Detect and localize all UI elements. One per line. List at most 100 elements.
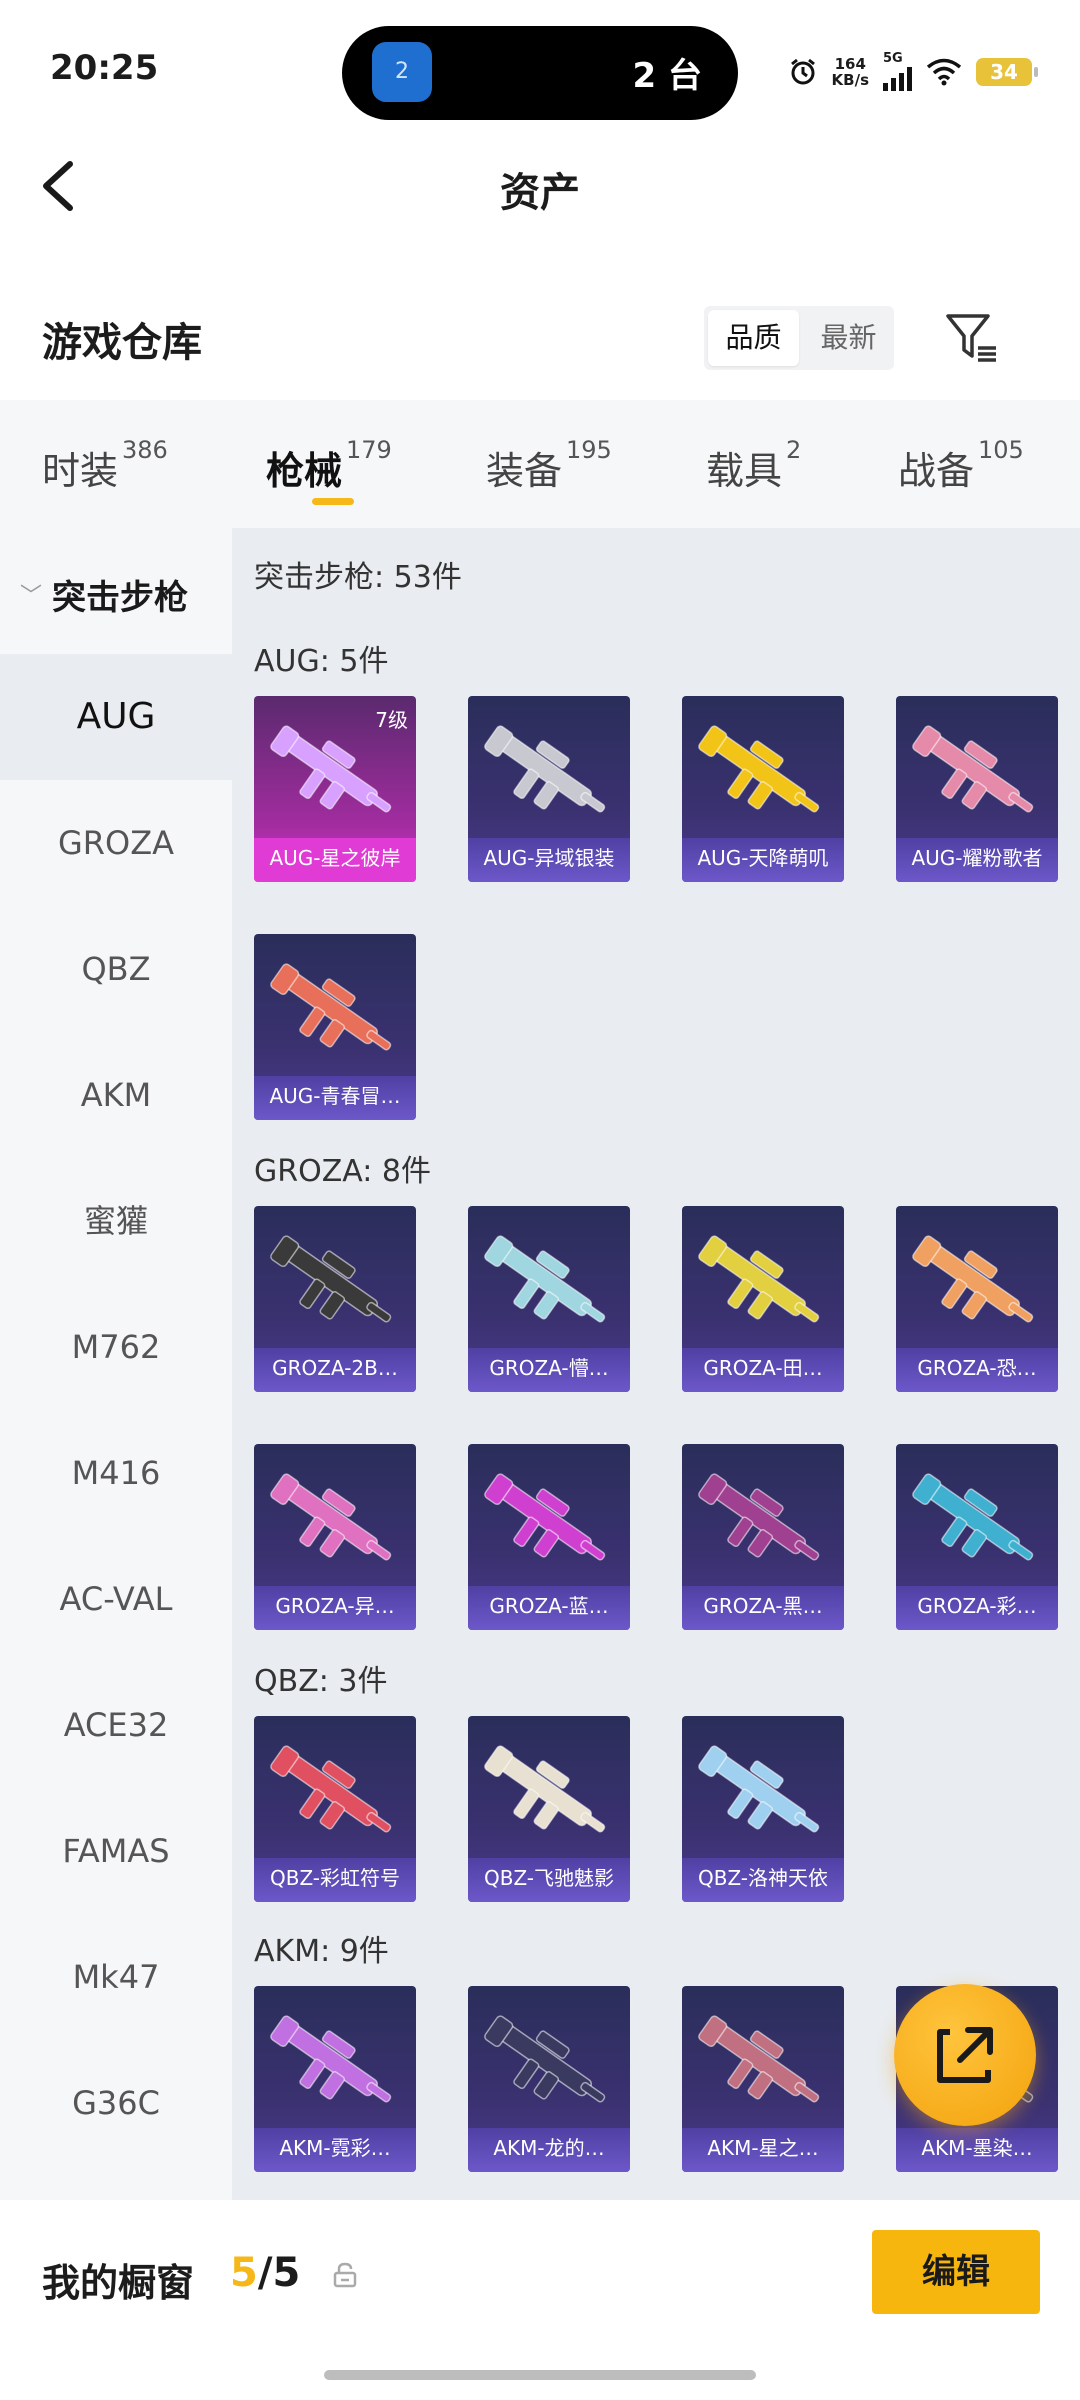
weapon-icon [270, 963, 392, 1051]
edit-button[interactable]: 编辑 [872, 2230, 1040, 2314]
skin-card[interactable]: QBZ-飞驰魅影 [468, 1716, 630, 1902]
showcase-bar: 我的橱窗 5/5 编辑 [0, 2200, 1080, 2400]
status-icons: 164 KB/s 5G 34 [788, 52, 1038, 91]
skin-name: GROZA-彩… [896, 1586, 1058, 1630]
weapon-icon [698, 1745, 820, 1833]
skin-name: AKM-龙的… [468, 2128, 630, 2172]
tab-fashion[interactable]: 时装 386 [42, 436, 168, 495]
skin-card[interactable]: GROZA-恐… [896, 1206, 1058, 1392]
skin-card[interactable]: QBZ-洛神天依 [682, 1716, 844, 1902]
skin-name: AUG-青春冒… [254, 1076, 416, 1120]
skin-name: GROZA-蓝… [468, 1586, 630, 1630]
filter-icon[interactable] [944, 310, 1000, 366]
weapon-icon [698, 1473, 820, 1561]
weapon-icon [270, 1235, 392, 1323]
wifi-icon [926, 58, 962, 85]
skin-card[interactable]: GROZA-异… [254, 1444, 416, 1630]
sidebar-group-assault-rifles[interactable]: ﹀ 突击步枪 [0, 528, 232, 654]
alarm-icon [790, 58, 815, 84]
sidebar-item-mk47[interactable]: Mk47 [0, 1914, 232, 2040]
active-tab-indicator [312, 498, 354, 505]
tab-label: 枪械 [266, 449, 343, 493]
weapon-icon [484, 1745, 606, 1833]
sidebar-item-m762[interactable]: M762 [0, 1284, 232, 1410]
tab-vehicles[interactable]: 载具 2 [706, 436, 801, 495]
skin-card[interactable]: 7级 AUG-星之彼岸 [254, 696, 416, 882]
tab-count: 105 [978, 436, 1024, 464]
skin-name: GROZA-黑… [682, 1586, 844, 1630]
showcase-total: /5 [257, 2250, 301, 2296]
sidebar-item-m416[interactable]: M416 [0, 1410, 232, 1536]
skin-name: AUG-天降萌叽 [682, 838, 844, 882]
skin-name: GROZA-2B… [254, 1348, 416, 1392]
skin-name: AUG-异域银装 [468, 838, 630, 882]
skin-level-badge: 7级 [375, 708, 408, 732]
skin-name: AKM-霓彩… [254, 2128, 416, 2172]
net-speed-unit: KB/s [831, 70, 869, 89]
weapon-grid: 突击步枪: 53件 AUG: 5件 7级 AUG-星之彼岸 AUG-异域银装 A… [232, 528, 1080, 2200]
tab-label: 载具 [706, 449, 783, 493]
sidebar-item-g36c[interactable]: G36C [0, 2040, 232, 2166]
skin-name: QBZ-彩虹符号 [254, 1858, 416, 1902]
weapon-icon [484, 725, 606, 813]
skin-card[interactable]: AKM-龙的… [468, 1986, 630, 2172]
tab-combat-prep[interactable]: 战备 105 [898, 436, 1024, 495]
weapon-icon [484, 2015, 606, 2103]
skin-card[interactable]: AUG-青春冒… [254, 934, 416, 1120]
page-title: 资产 [500, 170, 580, 216]
sort-quality-button[interactable]: 品质 [708, 310, 799, 366]
tab-weapons[interactable]: 枪械 179 [266, 436, 392, 495]
home-indicator[interactable] [324, 2370, 756, 2380]
skin-card[interactable]: AUG-耀粉歌者 [896, 696, 1058, 882]
battery-icon: 34 [976, 57, 1038, 86]
skin-name: AUG-星之彼岸 [254, 838, 416, 882]
skin-card[interactable]: GROZA-黑… [682, 1444, 844, 1630]
tab-count: 179 [346, 436, 392, 464]
skin-card[interactable]: AUG-天降萌叽 [682, 696, 844, 882]
skin-name: AKM-墨染… [896, 2128, 1058, 2172]
skin-name: QBZ-洛神天依 [682, 1858, 844, 1902]
tab-count: 2 [786, 436, 802, 464]
section-title-aug: AUG: 5件 [254, 644, 389, 679]
weapon-icon [698, 2015, 820, 2103]
skin-card[interactable]: GROZA-蓝… [468, 1444, 630, 1630]
sidebar-item-akm[interactable]: AKM [0, 1032, 232, 1158]
skin-card[interactable]: GROZA-彩… [896, 1444, 1058, 1630]
skin-card[interactable]: GROZA-2B… [254, 1206, 416, 1392]
share-button[interactable] [894, 1984, 1036, 2126]
skin-card[interactable]: AKM-星之… [682, 1986, 844, 2172]
sidebar-item-honey-badger[interactable]: 蜜獾 [0, 1158, 232, 1284]
weapon-icon [912, 1473, 1034, 1561]
sidebar-item-aug[interactable]: AUG [0, 654, 232, 780]
sidebar-item-famas[interactable]: FAMAS [0, 1788, 232, 1914]
skin-name: AUG-耀粉歌者 [896, 838, 1058, 882]
dynamic-island[interactable]: 2 2 台 [342, 26, 738, 120]
skin-card[interactable]: GROZA-懵… [468, 1206, 630, 1392]
island-text: 2 台 [632, 56, 703, 96]
signal-icon [883, 65, 912, 91]
skin-card[interactable]: AUG-异域银装 [468, 696, 630, 882]
skin-name: GROZA-懵… [468, 1348, 630, 1392]
tab-label: 装备 [486, 449, 563, 493]
sidebar-item-ac-val[interactable]: AC-VAL [0, 1536, 232, 1662]
skin-name: GROZA-恐… [896, 1348, 1058, 1392]
skin-name: GROZA-异… [254, 1586, 416, 1630]
skin-card[interactable]: AKM-霓彩… [254, 1986, 416, 2172]
lock-icon [333, 2262, 357, 2288]
skin-card[interactable]: QBZ-彩虹符号 [254, 1716, 416, 1902]
weapon-icon [698, 725, 820, 813]
sidebar-item-ace32[interactable]: ACE32 [0, 1662, 232, 1788]
weapon-icon [698, 1235, 820, 1323]
tab-equipment[interactable]: 装备 195 [486, 436, 612, 495]
sidebar-item-groza[interactable]: GROZA [0, 780, 232, 906]
tab-count: 195 [566, 436, 612, 464]
sidebar-item-qbz[interactable]: QBZ [0, 906, 232, 1032]
showcase-current: 5 [230, 2250, 258, 2296]
status-bar: 20:25 2 2 台 164 KB/s 5G 34 [0, 0, 1080, 140]
weapon-icon [270, 1745, 392, 1833]
skin-card[interactable]: GROZA-田… [682, 1206, 844, 1392]
tab-label: 战备 [898, 449, 975, 493]
sidebar-group-label: 突击步枪 [52, 578, 188, 618]
sort-newest-button[interactable]: 最新 [803, 306, 894, 370]
net-speed: 164 KB/s [832, 56, 869, 88]
